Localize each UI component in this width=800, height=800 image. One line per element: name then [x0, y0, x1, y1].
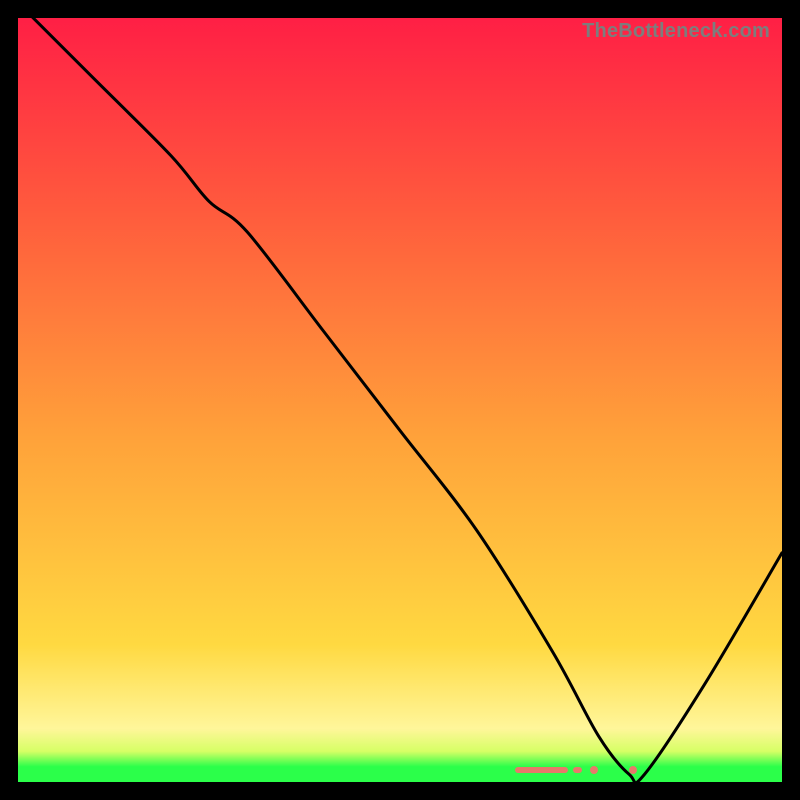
- marker-dash: [573, 767, 582, 773]
- watermark-label: TheBottleneck.com: [582, 20, 770, 43]
- marker-dot: [629, 766, 637, 774]
- marker-dash: [515, 767, 568, 773]
- marker-dot: [590, 766, 598, 774]
- chart-frame: TheBottleneck.com: [0, 0, 800, 800]
- bottleneck-curve: [18, 18, 782, 782]
- plot-area: TheBottleneck.com: [18, 18, 782, 782]
